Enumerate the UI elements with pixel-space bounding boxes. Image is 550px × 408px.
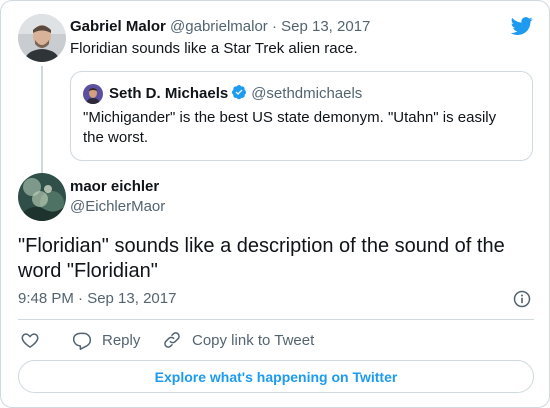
explore-twitter-button[interactable]: Explore what's happening on Twitter <box>18 360 534 393</box>
main-author-handle[interactable]: @EichlerMaor <box>70 197 165 217</box>
info-icon[interactable] <box>512 289 532 309</box>
copy-link-button[interactable]: Copy link to Tweet <box>162 328 314 352</box>
header-separator: · <box>271 18 277 35</box>
twitter-bird-icon[interactable] <box>510 15 534 37</box>
reply-icon <box>72 332 92 350</box>
quoted-tweet-text: "Michigander" is the best US state demon… <box>83 109 497 146</box>
tweet-actions: Reply Copy link to Tweet <box>18 328 534 352</box>
heart-icon <box>21 333 39 348</box>
quoted-author-name[interactable]: Seth D. Michaels <box>109 85 228 102</box>
like-button[interactable] <box>20 328 40 352</box>
reply-button[interactable]: Reply <box>72 328 140 352</box>
copy-link-label: Copy link to Tweet <box>192 331 315 349</box>
tweet-embed-card: Gabriel Malor @gabrielmalor · Sep 13, 20… <box>0 0 550 408</box>
thread-connector-line <box>41 66 43 174</box>
main-tweet-text: "Floridian" sounds like a description of… <box>18 235 505 282</box>
parent-tweet-text: Floridian sounds like a Star Trek alien … <box>70 40 358 57</box>
divider <box>18 319 534 320</box>
parent-tweet-date[interactable]: Sep 13, 2017 <box>281 18 370 35</box>
avatar-gabriel-malor[interactable] <box>18 14 66 62</box>
quoted-tweet[interactable]: Seth D. Michaels @sethdmichaels "Michigan… <box>70 71 533 161</box>
main-author-name[interactable]: maor eichler <box>70 177 159 197</box>
quoted-author-handle[interactable]: @sethdmichaels <box>251 85 362 102</box>
avatar-maor-eichler[interactable] <box>18 173 66 221</box>
parent-author-name[interactable]: Gabriel Malor <box>70 18 166 35</box>
link-icon <box>164 332 180 348</box>
reply-label: Reply <box>102 331 141 349</box>
avatar-seth-michaels[interactable] <box>83 84 103 104</box>
parent-tweet-header: Gabriel Malor @gabrielmalor · Sep 13, 20… <box>70 17 370 37</box>
quoted-tweet-header: Seth D. Michaels @sethdmichaels <box>109 84 362 104</box>
parent-author-handle[interactable]: @gabrielmalor <box>170 18 268 35</box>
main-tweet-timestamp[interactable]: 9:48 PM · Sep 13, 2017 <box>18 289 176 309</box>
verified-badge-icon <box>232 85 247 100</box>
